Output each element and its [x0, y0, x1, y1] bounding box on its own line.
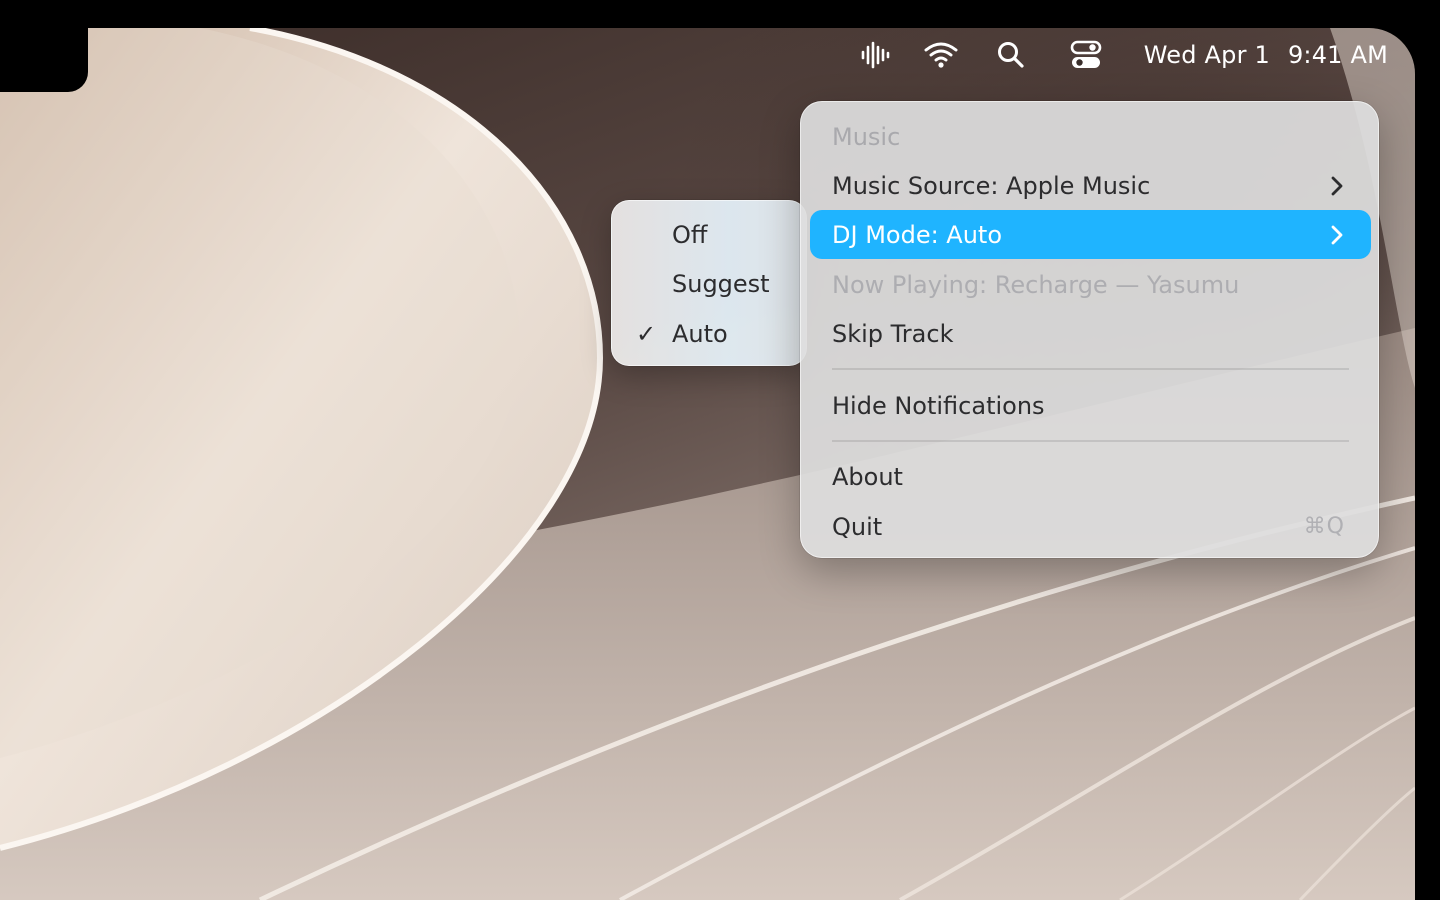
menu-item-about[interactable]: About [810, 452, 1371, 501]
dj-mode-submenu: Off Suggest ✓ Auto [611, 200, 807, 366]
submenu-item-off[interactable]: Off [620, 210, 800, 259]
menu-item-label: DJ Mode: Auto [832, 220, 1003, 249]
menu-header: Music [810, 112, 1371, 161]
menu-item-skip-track[interactable]: Skip Track [810, 309, 1371, 358]
menu-separator [832, 440, 1349, 442]
submenu-item-auto[interactable]: ✓ Auto [620, 309, 800, 358]
menu-bar-date: Wed Apr 1 [1143, 41, 1270, 69]
submenu-item-suggest[interactable]: Suggest [620, 259, 800, 308]
checkmark-icon: ✓ [635, 319, 657, 348]
submenu-item-label: Suggest [672, 269, 770, 298]
wifi-icon[interactable] [921, 38, 961, 72]
control-center-icon[interactable] [1067, 38, 1105, 72]
menu-item-quit[interactable]: Quit ⌘Q [810, 502, 1371, 551]
menu-item-label: Now Playing: Recharge — Yasumu [832, 270, 1240, 299]
submenu-item-label: Auto [672, 319, 728, 348]
menu-bar-time: 9:41 AM [1287, 41, 1388, 69]
chevron-right-icon [1329, 175, 1345, 197]
menu-item-label: Quit [832, 512, 883, 541]
music-status-menu: Music Music Source: Apple Music DJ Mode:… [800, 101, 1379, 558]
menu-item-now-playing: Now Playing: Recharge — Yasumu [810, 260, 1371, 309]
menu-bar: Wed Apr 1 9:41 AM [0, 28, 1415, 82]
audio-waveform-icon[interactable] [856, 38, 894, 72]
menu-item-label: About [832, 462, 903, 491]
menu-header-label: Music [832, 122, 901, 151]
menu-item-dj-mode[interactable]: DJ Mode: Auto [810, 210, 1371, 259]
menu-item-hide-notifications[interactable]: Hide Notifications [810, 381, 1371, 430]
menu-item-label: Hide Notifications [832, 391, 1045, 420]
submenu-item-label: Off [672, 220, 708, 249]
menu-bar-clock[interactable]: Wed Apr 1 9:41 AM [1144, 38, 1388, 72]
chevron-right-icon [1329, 224, 1345, 246]
keyboard-shortcut: ⌘Q [1303, 514, 1345, 539]
menu-item-label: Skip Track [832, 319, 954, 348]
menu-separator [832, 368, 1349, 370]
menu-item-music-source[interactable]: Music Source: Apple Music [810, 161, 1371, 210]
search-icon[interactable] [994, 38, 1028, 72]
menu-item-label: Music Source: Apple Music [832, 171, 1151, 200]
